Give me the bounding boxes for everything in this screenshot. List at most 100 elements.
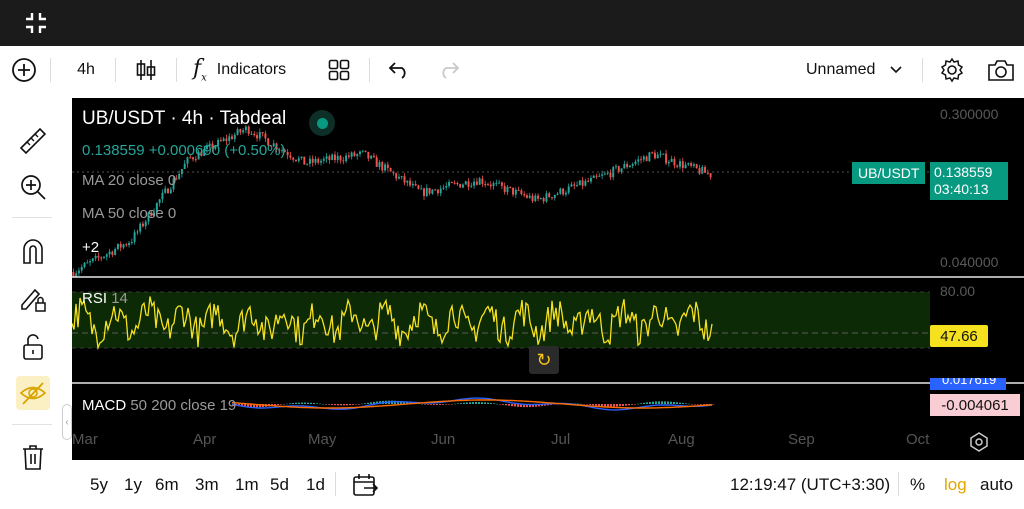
pencil-lock-icon: [21, 288, 46, 312]
indicators-button[interactable]: fx Indicators: [193, 46, 305, 94]
add-symbol-button[interactable]: [8, 46, 40, 94]
redo-button[interactable]: [436, 46, 462, 94]
zoom-in-button[interactable]: [16, 170, 50, 204]
macd-bar: [346, 404, 348, 406]
last-price: 0.138559: [934, 164, 993, 180]
candle-body: [233, 134, 236, 140]
percent-scale-toggle[interactable]: %: [910, 462, 925, 507]
ma20-legend[interactable]: MA 20 close 0: [82, 172, 176, 189]
range-1y[interactable]: 1y: [124, 462, 142, 507]
candle-body: [665, 153, 668, 164]
macd-bar: [505, 404, 507, 406]
range-5d[interactable]: 5d: [270, 462, 289, 507]
price-axis-bottom: 0.040000: [940, 254, 999, 270]
macd-bar: [352, 404, 354, 405]
symbol-badge: UB/USDT: [852, 162, 926, 184]
macd-bar: [592, 404, 594, 406]
candle-body: [481, 178, 484, 184]
macd-legend[interactable]: MACD 50 200 close 19: [82, 397, 236, 414]
chart-title[interactable]: UB/USDT · 4h · Tabdeal: [82, 108, 286, 130]
macd-bar: [325, 404, 327, 405]
range-6m[interactable]: 6m: [155, 462, 179, 507]
goto-date-button[interactable]: [352, 462, 378, 507]
clock-timezone[interactable]: 12:19:47 (UTC+3:30): [730, 462, 890, 507]
range-1m[interactable]: 1m: [235, 462, 259, 507]
candle-body: [670, 158, 673, 162]
chart-type-button[interactable]: [132, 46, 160, 94]
candle-body: [567, 186, 570, 193]
camera-icon: [988, 60, 1014, 81]
candle-body: [381, 162, 384, 171]
candle-body: [111, 251, 114, 255]
macd-bar: [697, 404, 699, 405]
candle-body: [595, 175, 598, 177]
candle-body: [136, 231, 139, 233]
log-scale-toggle[interactable]: log: [944, 462, 967, 507]
range-5y[interactable]: 5y: [90, 462, 108, 507]
undo-button[interactable]: [386, 46, 412, 94]
more-indicators[interactable]: +2: [82, 239, 99, 256]
candle-body: [105, 254, 108, 257]
settings-button[interactable]: [938, 46, 966, 94]
macd-bar: [463, 402, 465, 404]
candle-body: [528, 195, 531, 198]
candle-body: [603, 173, 606, 175]
candle-body: [125, 244, 128, 246]
magnet-button[interactable]: [16, 234, 50, 268]
candle-body: [94, 255, 97, 259]
lock-button[interactable]: [16, 330, 50, 364]
macd-bar: [499, 404, 501, 405]
macd-bar: [331, 404, 333, 405]
macd-bar: [424, 404, 426, 405]
candle-body: [450, 182, 453, 184]
macd-bar: [679, 402, 681, 404]
candle-body: [339, 155, 342, 161]
macd-bar: [703, 404, 705, 405]
candle-body: [164, 188, 167, 193]
hide-drawings-button[interactable]: [16, 376, 50, 410]
macd-bar: [607, 404, 609, 407]
ma50-legend[interactable]: MA 50 close 0: [82, 205, 176, 222]
ruler-button[interactable]: [16, 124, 50, 158]
macd-bar: [613, 404, 615, 407]
candle-body: [631, 164, 634, 166]
layouts-button[interactable]: [326, 46, 352, 94]
candle-body: [356, 154, 359, 157]
delete-button[interactable]: [16, 440, 50, 474]
range-1d[interactable]: 1d: [306, 462, 325, 507]
macd-bar: [649, 401, 651, 404]
bottom-toolbar: 5y 1y 6m 3m 1m 5d 1d 12:19:47 (UTC+3:30)…: [72, 462, 1024, 509]
candle-body: [428, 187, 431, 194]
macd-bar: [370, 402, 372, 404]
top-toolbar: 4h fx Indicators Unnamed: [0, 46, 1024, 94]
candle-body: [553, 194, 556, 199]
reset-chart-button[interactable]: ↻: [529, 346, 559, 374]
candle-body: [548, 193, 551, 198]
macd-bar: [601, 404, 603, 407]
sidebar-collapse-handle[interactable]: ‹: [62, 404, 72, 440]
screenshot-button[interactable]: [986, 46, 1016, 94]
interval-button[interactable]: 4h: [66, 46, 106, 94]
chart-area[interactable]: UB/USDT · 4h · Tabdeal 0.138559 +0.00069…: [72, 98, 1024, 460]
macd-bar: [580, 403, 582, 405]
candle-body: [701, 167, 704, 174]
macd-bar: [277, 404, 279, 406]
draw-lock-button[interactable]: [16, 282, 50, 316]
candle-body: [183, 163, 186, 169]
candle-body: [656, 154, 659, 159]
macd-bar: [442, 404, 444, 405]
macd-bar: [625, 404, 627, 406]
candle-body: [509, 186, 512, 188]
candle-body: [261, 132, 264, 134]
candle-body: [161, 192, 164, 200]
candle-body: [119, 243, 122, 248]
exit-fullscreen-icon[interactable]: [25, 12, 47, 34]
candle-body: [336, 155, 339, 161]
rsi-legend[interactable]: RSI 14: [82, 290, 128, 307]
candle-body: [86, 262, 89, 264]
market-status-icon: [309, 110, 335, 136]
macd-bar: [475, 402, 477, 404]
layout-name-dropdown[interactable]: Unnamed: [806, 46, 916, 94]
auto-scale-toggle[interactable]: auto: [980, 462, 1013, 507]
range-3m[interactable]: 3m: [195, 462, 219, 507]
